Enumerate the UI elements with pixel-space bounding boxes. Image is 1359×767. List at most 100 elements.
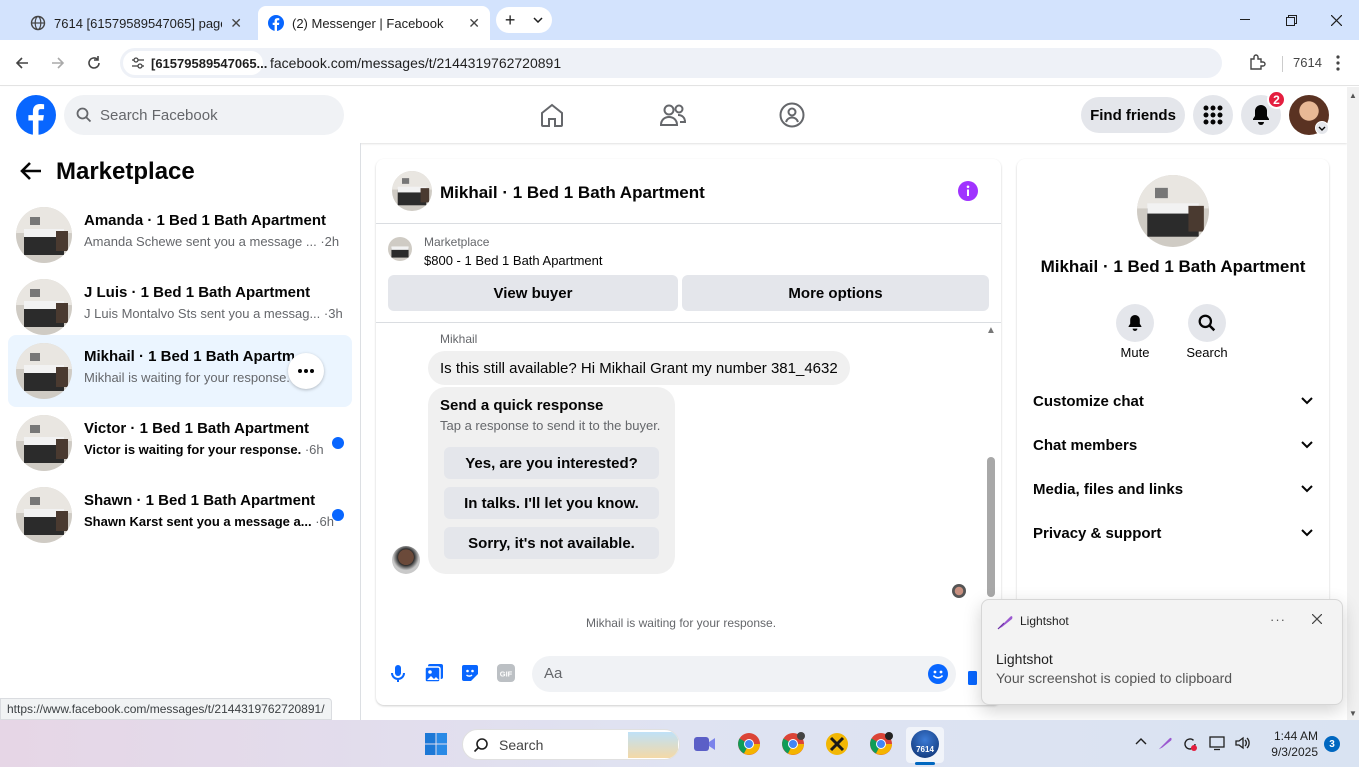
conversation-item[interactable]: Amanda · 1 Bed 1 Bath Apartment Amanda S… — [8, 199, 352, 271]
chat-thumbnail[interactable] — [392, 171, 432, 211]
details-thumbnail[interactable] — [1137, 175, 1209, 247]
find-friends-button[interactable]: Find friends — [1081, 97, 1185, 133]
conversation-name: Shawn · 1 Bed 1 Bath Apartment — [84, 492, 316, 509]
view-buyer-button[interactable]: View buyer — [388, 275, 678, 311]
quick-response-not-available[interactable]: Sorry, it's not available. — [444, 527, 659, 559]
extensions-icon[interactable] — [1245, 51, 1269, 75]
mute-button[interactable] — [1116, 304, 1154, 342]
conversation-name: Amanda · 1 Bed 1 Bath Apartment — [84, 212, 326, 229]
message-composer-input[interactable]: Aa — [532, 656, 956, 692]
url-text[interactable]: facebook.com/messages/t/2144319762720891 — [270, 55, 561, 71]
clock-time[interactable]: 1:44 AM — [1262, 729, 1318, 743]
reload-icon[interactable] — [82, 51, 106, 75]
back-icon[interactable] — [10, 51, 34, 75]
search-conversation-button[interactable] — [1188, 304, 1226, 342]
sticker-icon[interactable] — [460, 663, 480, 683]
gif-icon[interactable]: GIF — [496, 663, 516, 683]
quick-response-in-talks[interactable]: In talks. I'll let you know. — [444, 487, 659, 519]
microphone-icon[interactable] — [388, 663, 408, 683]
unread-dot — [332, 509, 344, 521]
conversation-time: ·6h — [304, 442, 324, 457]
chat-title[interactable]: Mikhail · 1 Bed 1 Bath Apartment — [440, 183, 705, 203]
app-7614-icon[interactable]: 7614 — [908, 727, 942, 761]
account-chevron-icon[interactable] — [1315, 121, 1329, 135]
chrome-icon[interactable] — [732, 727, 766, 761]
conversation-item[interactable]: Victor · 1 Bed 1 Bath Apartment Victor i… — [8, 407, 352, 479]
bell-icon — [1127, 314, 1143, 332]
conversation-item-selected[interactable]: Mikhail · 1 Bed 1 Bath Apartment Mikhail… — [8, 335, 352, 407]
conversation-time: ·3h — [323, 306, 343, 321]
site-settings-icon — [131, 57, 145, 69]
listing-title[interactable]: $800 - 1 Bed 1 Bath Apartment — [424, 253, 603, 268]
conversation-name: J Luis · 1 Bed 1 Bath Apartment — [84, 284, 311, 301]
tray-chevron-up-icon[interactable] — [1135, 737, 1147, 745]
media-files-links-section[interactable]: Media, files and links — [1033, 469, 1313, 509]
notification-center-badge[interactable]: 3 — [1324, 736, 1340, 752]
conversation-item[interactable]: Shawn · 1 Bed 1 Bath Apartment Shawn Kar… — [8, 479, 352, 551]
close-tab-icon[interactable]: ✕ — [230, 15, 242, 32]
emoji-icon[interactable] — [928, 664, 948, 684]
app-x-icon[interactable] — [820, 727, 854, 761]
customize-chat-section[interactable]: Customize chat — [1033, 381, 1313, 421]
apartment-thumbnail — [16, 415, 72, 471]
chrome-profile-r-icon[interactable] — [776, 727, 810, 761]
browser-tab-2[interactable]: (2) Messenger | Facebook ✕ — [258, 6, 490, 40]
tab-search-chevron-icon[interactable] — [533, 17, 543, 23]
home-icon[interactable] — [539, 103, 565, 127]
thumbs-up-icon[interactable] — [968, 665, 980, 685]
browser-tab-strip: 7614 [61579589547065] pagod ✕ (2) Messen… — [0, 0, 1359, 40]
windows-start-icon[interactable] — [419, 727, 453, 761]
chrome-menu-icon[interactable] — [1326, 51, 1350, 75]
quick-response-yes[interactable]: Yes, are you interested? — [444, 447, 659, 479]
menu-grid-button[interactable] — [1193, 95, 1233, 135]
friends-icon[interactable] — [659, 103, 687, 127]
new-tab-icon[interactable]: + — [505, 10, 516, 31]
clock-date[interactable]: 9/3/2025 — [1262, 745, 1318, 759]
marketplace-conversation-list: Marketplace Amanda · 1 Bed 1 Bath Apartm… — [0, 143, 361, 720]
search-icon — [1198, 314, 1216, 332]
conversation-time: ·2h — [320, 234, 340, 249]
toast-more-icon[interactable]: ··· — [1270, 612, 1286, 627]
browser-tab-1[interactable]: 7614 [61579589547065] pagod ✕ — [20, 6, 252, 40]
message-bubble[interactable]: Is this still available? Hi Mikhail Gran… — [428, 351, 850, 385]
facebook-logo-icon[interactable] — [16, 95, 56, 135]
privacy-support-section[interactable]: Privacy & support — [1033, 513, 1313, 553]
conversation-options-button[interactable] — [288, 353, 324, 389]
close-window-button[interactable] — [1313, 0, 1359, 40]
address-bar[interactable]: [61579589547065... facebook.com/messages… — [120, 48, 1222, 78]
chrome-profile-icon[interactable] — [864, 727, 898, 761]
details-name: Mikhail · 1 Bed 1 Bath Apartment — [1040, 257, 1306, 276]
chevron-down-icon — [1301, 529, 1313, 537]
toast-close-icon[interactable] — [1312, 614, 1322, 624]
search-placeholder: Search Facebook — [100, 106, 218, 124]
info-icon[interactable] — [958, 181, 978, 201]
minimize-button[interactable] — [1222, 0, 1268, 40]
back-arrow-icon[interactable] — [20, 161, 42, 181]
sync-tray-icon[interactable] — [1181, 735, 1199, 753]
composer-placeholder: Aa — [544, 665, 563, 682]
conversation-preview: Victor is waiting for your response. ·6h — [84, 442, 324, 457]
restore-button[interactable] — [1268, 0, 1314, 40]
chat-scrollbar[interactable]: ▲ — [986, 325, 996, 597]
forward-icon[interactable] — [46, 51, 70, 75]
more-options-button[interactable]: More options — [682, 275, 989, 311]
lightshot-tray-icon[interactable] — [1157, 735, 1173, 751]
groups-icon[interactable] — [779, 102, 805, 128]
sender-avatar[interactable] — [392, 546, 420, 574]
conversation-item[interactable]: J Luis · 1 Bed 1 Bath Apartment J Luis M… — [8, 271, 352, 343]
search-highlight-image — [628, 732, 678, 758]
gallery-icon[interactable] — [424, 663, 444, 683]
volume-icon[interactable] — [1234, 735, 1252, 751]
site-info-chip[interactable]: [61579589547065... — [123, 51, 267, 75]
close-tab-icon[interactable]: ✕ — [468, 15, 480, 32]
listing-source: Marketplace — [424, 235, 490, 249]
facebook-search-field[interactable]: Search Facebook — [64, 95, 344, 135]
profile-label[interactable]: 7614 — [1293, 55, 1322, 70]
network-icon[interactable] — [1209, 735, 1227, 751]
page-scrollbar[interactable]: ▲ ▼ — [1347, 87, 1359, 720]
chat-members-section[interactable]: Chat members — [1033, 425, 1313, 465]
tab-actions: + — [496, 7, 552, 33]
lightshot-notification[interactable]: Lightshot ··· Lightshot Your screenshot … — [981, 599, 1343, 705]
meet-icon[interactable] — [688, 727, 722, 761]
taskbar-search-box[interactable]: Search — [462, 729, 680, 760]
